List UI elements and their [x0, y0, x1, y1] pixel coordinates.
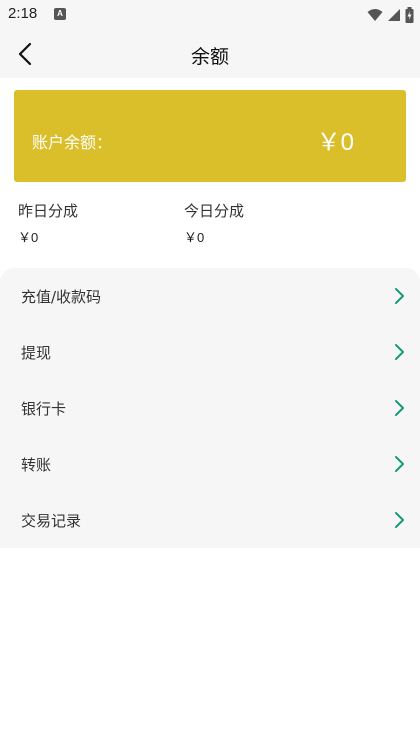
status-bar: 2:18 A [0, 0, 420, 30]
balance-card: 账户余额： ￥0 [14, 90, 406, 182]
stat-yesterday: 昨日分成 ￥0 [18, 200, 78, 246]
menu-panel: 充值/收款码 提现 银行卡 转账 交易记录 [0, 268, 420, 548]
menu-item-transfer[interactable]: 转账 [0, 436, 420, 492]
wifi-icon [367, 9, 383, 21]
chevron-right-icon [395, 288, 404, 304]
menu-item-recharge[interactable]: 充值/收款码 [0, 268, 420, 324]
signal-icon [388, 9, 400, 21]
page-title: 余额 [190, 46, 229, 68]
menu-item-label: 充值/收款码 [21, 288, 102, 306]
menu-item-withdraw[interactable]: 提现 [0, 324, 420, 380]
chevron-right-icon [395, 400, 404, 416]
status-icons [367, 6, 414, 24]
yesterday-earnings-label: 昨日分成 [18, 202, 79, 220]
menu-item-label: 提现 [21, 344, 52, 362]
stat-today: 今日分成 ￥0 [184, 200, 244, 246]
today-earnings-value: ￥0 [184, 230, 205, 245]
battery-icon [405, 7, 414, 23]
notification-icon: A [54, 8, 66, 20]
menu-item-transactions[interactable]: 交易记录 [0, 492, 420, 548]
chevron-right-icon [395, 512, 404, 528]
menu-item-label: 转账 [21, 456, 52, 474]
menu-item-label: 交易记录 [21, 512, 82, 530]
yesterday-earnings-value: ￥0 [18, 230, 39, 245]
status-time: 2:18 [8, 5, 38, 22]
chevron-right-icon [395, 344, 404, 360]
balance-value: ￥0 [316, 129, 354, 156]
today-earnings-label: 今日分成 [184, 202, 245, 220]
app-header: 余额 [0, 30, 420, 78]
chevron-right-icon [395, 456, 404, 472]
menu-item-label: 银行卡 [21, 400, 67, 418]
balance-label: 账户余额： [32, 133, 113, 152]
menu-item-bank-card[interactable]: 银行卡 [0, 380, 420, 436]
